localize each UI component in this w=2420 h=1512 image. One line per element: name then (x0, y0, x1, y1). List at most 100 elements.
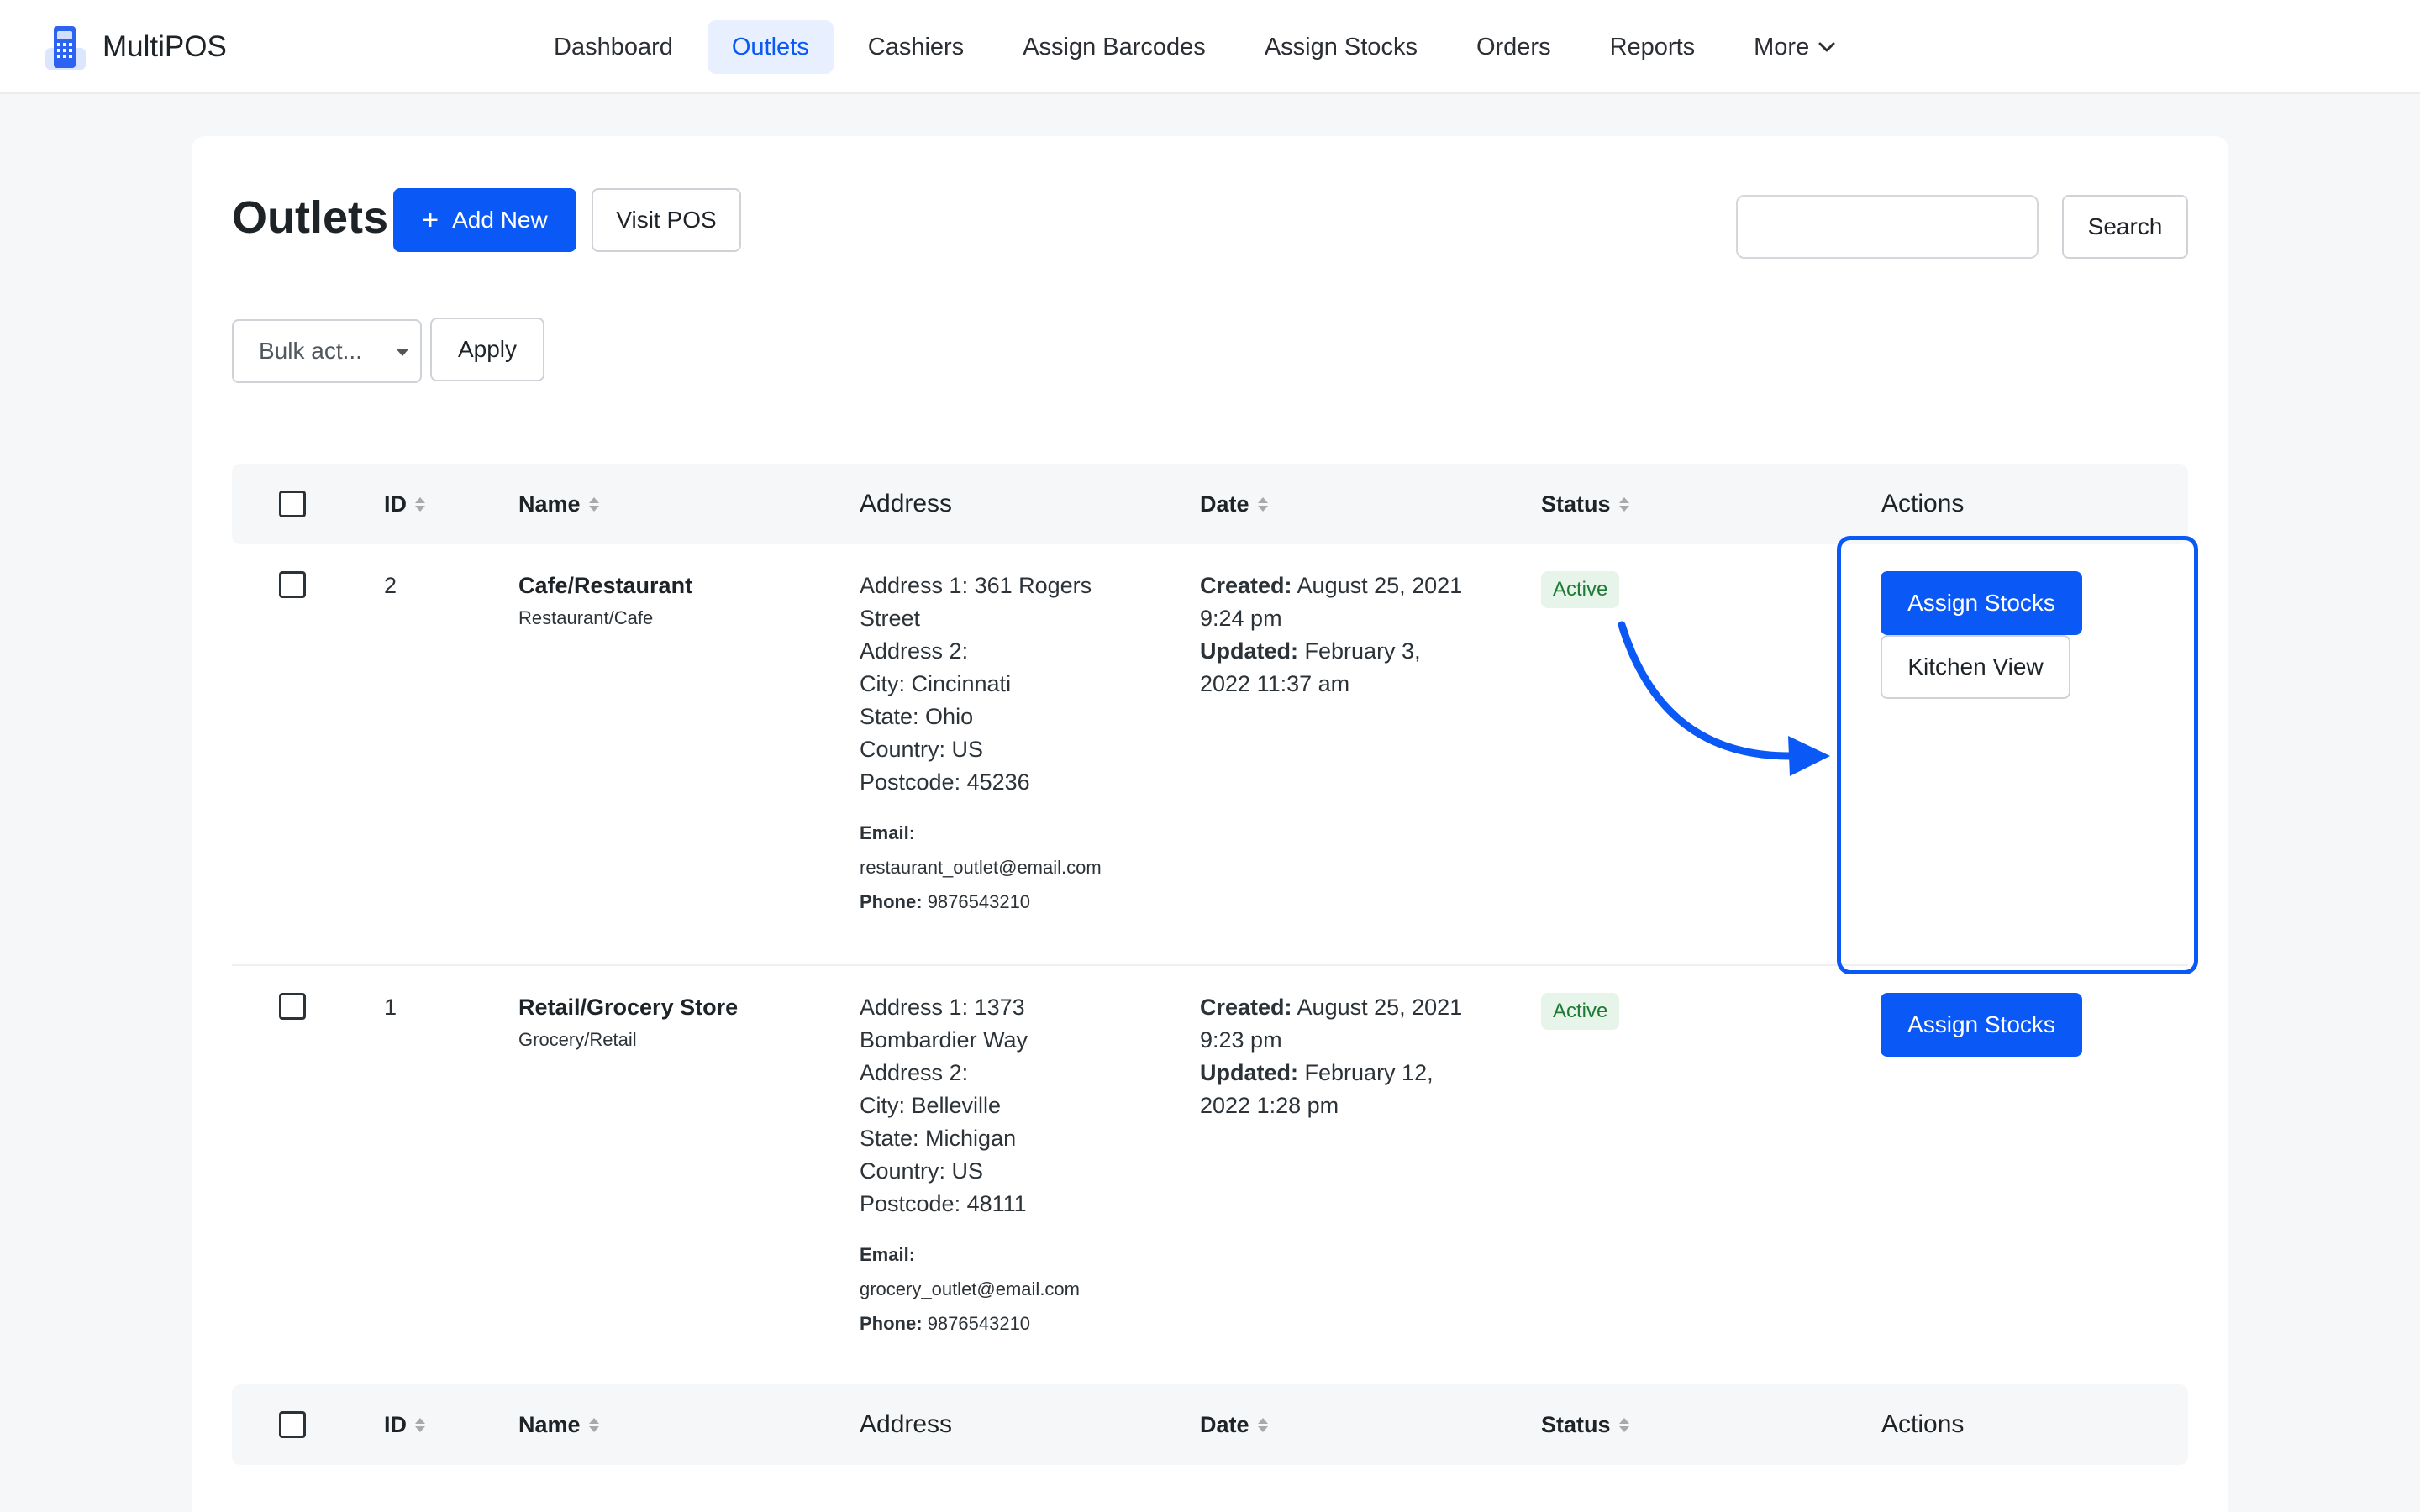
address-line: Address 2: (860, 638, 969, 664)
address-line: City: Cincinnati (860, 671, 1012, 696)
select-all-checkbox[interactable] (279, 1411, 306, 1438)
address-line: Bombardier Way (860, 1027, 1028, 1053)
sort-icon (1257, 1417, 1268, 1432)
row-checkbox[interactable] (279, 571, 306, 598)
address-line: Postcode: 48111 (860, 1191, 1027, 1216)
address-line: Country: US (860, 737, 984, 762)
page-title: Outlets (232, 192, 389, 243)
plus-icon: + (422, 204, 439, 236)
column-id[interactable]: ID (384, 464, 425, 544)
address-line: Postcode: 45236 (860, 769, 1030, 795)
updated-time: 2022 1:28 pm (1200, 1093, 1339, 1118)
caret-down-icon (397, 349, 408, 356)
row-id: 2 (384, 573, 397, 598)
column-actions: Actions (1881, 1410, 1965, 1438)
table-footer-header: ID Name Address Date Status Actions (232, 1384, 2188, 1465)
nav-dashboard[interactable]: Dashboard (529, 20, 697, 74)
column-name-label: Name (518, 491, 581, 517)
column-status-label: Status (1541, 1412, 1611, 1437)
address-line: Address 2: (860, 1060, 969, 1085)
column-actions: Actions (1881, 490, 1965, 517)
address-line: Street (860, 606, 921, 631)
multipos-logo-icon (45, 26, 86, 70)
nav-assign-stocks[interactable]: Assign Stocks (1240, 20, 1442, 74)
column-name[interactable]: Name (518, 1384, 599, 1465)
row-name-cell: Cafe/Restaurant Restaurant/Cafe (518, 570, 692, 631)
email-value: restaurant_outlet@email.com (860, 857, 1102, 878)
created-time: 9:23 pm (1200, 1027, 1282, 1053)
updated-date: February 12, (1304, 1060, 1434, 1085)
apply-button[interactable]: Apply (430, 318, 544, 381)
sort-icon (1257, 496, 1268, 512)
sort-icon (415, 1417, 425, 1432)
column-name-label: Name (518, 1412, 581, 1437)
row-date: Created: August 25, 2021 9:23 pm Updated… (1200, 991, 1519, 1122)
actions-highlight-box (1837, 536, 2198, 974)
column-status-label: Status (1541, 491, 1611, 517)
brand[interactable]: MultiPOS (44, 22, 227, 72)
top-navbar: MultiPOS Dashboard Outlets Cashiers Assi… (0, 0, 2420, 94)
nav-more-label: More (1754, 34, 1810, 60)
address-line: Country: US (860, 1158, 984, 1184)
nav-orders[interactable]: Orders (1452, 20, 1576, 74)
address-line: City: Belleville (860, 1093, 1002, 1118)
table-header: ID Name Address Date Status Actions (232, 464, 2188, 544)
outlet-name-link[interactable]: Retail/Grocery Store (518, 991, 738, 1024)
outlet-type: Restaurant/Cafe (518, 607, 654, 628)
row-address: Address 1: 361 Rogers Street Address 2: … (860, 570, 1179, 919)
outlet-name-link[interactable]: Cafe/Restaurant (518, 570, 692, 602)
search-input[interactable] (1736, 195, 2039, 259)
address-line: State: Michigan (860, 1126, 1017, 1151)
phone-value: 9876543210 (927, 891, 1031, 912)
sort-icon (1618, 1417, 1629, 1432)
updated-label: Updated: (1200, 1060, 1298, 1085)
created-time: 9:24 pm (1200, 606, 1282, 631)
search-button[interactable]: Search (2062, 195, 2188, 259)
updated-time: 2022 11:37 am (1200, 671, 1350, 696)
email-value: grocery_outlet@email.com (860, 1278, 1080, 1299)
row-checkbox[interactable] (279, 993, 306, 1020)
status-badge: Active (1541, 993, 1620, 1030)
address-line: Address 1: 1373 (860, 995, 1025, 1020)
brand-name: MultiPOS (103, 30, 227, 63)
add-new-button[interactable]: + Add New (393, 188, 576, 252)
column-status[interactable]: Status (1541, 464, 1629, 544)
status-badge: Active (1541, 571, 1620, 608)
column-date-label: Date (1200, 491, 1249, 517)
select-all-checkbox[interactable] (279, 491, 306, 517)
assign-stocks-button[interactable]: Assign Stocks (1881, 993, 2082, 1057)
email-label: Email: (860, 1244, 916, 1265)
curved-arrow-icon (1618, 621, 1830, 776)
nav-more[interactable]: More (1729, 20, 1860, 74)
outlet-type: Grocery/Retail (518, 1029, 637, 1050)
visit-pos-button[interactable]: Visit POS (592, 188, 741, 252)
nav-cashiers[interactable]: Cashiers (844, 20, 988, 74)
nav-reports[interactable]: Reports (1586, 20, 1720, 74)
address-line: Address 1: 361 Rogers (860, 573, 1092, 598)
column-date[interactable]: Date (1200, 464, 1268, 544)
column-address: Address (860, 1410, 953, 1438)
nav-assign-barcodes[interactable]: Assign Barcodes (998, 20, 1230, 74)
sort-icon (1618, 496, 1629, 512)
email-label: Email: (860, 822, 916, 843)
bulk-actions-value: Bulk act... (259, 338, 362, 364)
column-status[interactable]: Status (1541, 1384, 1629, 1465)
row-address: Address 1: 1373 Bombardier Way Address 2… (860, 991, 1179, 1341)
address-line: State: Ohio (860, 704, 974, 729)
column-date[interactable]: Date (1200, 1384, 1268, 1465)
created-date: August 25, 2021 (1297, 573, 1463, 598)
row-date: Created: August 25, 2021 9:24 pm Updated… (1200, 570, 1519, 701)
phone-value: 9876543210 (927, 1313, 1031, 1334)
column-id-label: ID (384, 491, 407, 517)
column-id[interactable]: ID (384, 1384, 425, 1465)
phone-label: Phone: (860, 1313, 923, 1334)
bulk-actions-select[interactable]: Bulk act... (232, 319, 422, 383)
column-name[interactable]: Name (518, 464, 599, 544)
nav-outlets[interactable]: Outlets (707, 20, 834, 74)
main-nav: Dashboard Outlets Cashiers Assign Barcod… (529, 20, 1870, 74)
updated-label: Updated: (1200, 638, 1298, 664)
chevron-down-icon (1818, 42, 1835, 52)
created-label: Created: (1200, 995, 1292, 1020)
row-id: 1 (384, 995, 397, 1020)
column-address: Address (860, 490, 953, 517)
